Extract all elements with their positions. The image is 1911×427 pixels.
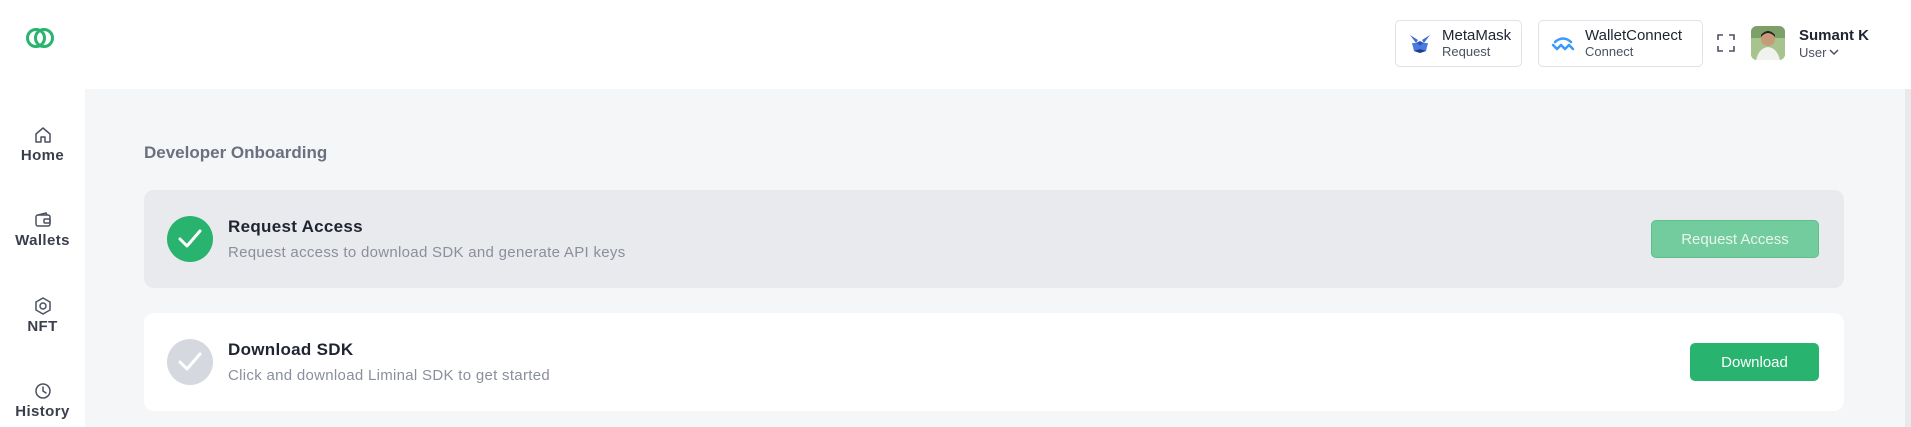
sidebar-item-history[interactable]: History — [0, 381, 85, 420]
chevron-down-icon — [1829, 49, 1839, 56]
walletconnect-subtitle: Connect — [1585, 44, 1634, 59]
metamask-subtitle: Request — [1442, 44, 1491, 59]
step-description: Request access to download SDK and gener… — [228, 244, 626, 261]
metamask-button[interactable]: MetaMask Request — [1395, 20, 1522, 67]
sidebar-item-wallets[interactable]: Wallets — [0, 210, 85, 249]
nft-icon — [33, 296, 53, 316]
onboarding-step-request-access: Request Access Request access to downloa… — [144, 190, 1844, 288]
request-access-button[interactable]: Request Access — [1651, 220, 1819, 258]
sidebar-item-label: Wallets — [15, 232, 70, 249]
home-icon — [33, 125, 53, 145]
sidebar: Home Wallets NFT History — [0, 89, 85, 427]
onboarding-step-download-sdk: Download SDK Click and download Liminal … — [144, 313, 1844, 411]
walletconnect-title: WalletConnect — [1585, 27, 1682, 44]
sidebar-item-home[interactable]: Home — [0, 125, 85, 164]
page-title: Developer Onboarding — [144, 143, 328, 162]
sidebar-item-nft[interactable]: NFT — [0, 296, 85, 335]
check-pending-icon — [167, 339, 213, 385]
user-name: Sumant K — [1799, 27, 1870, 44]
fullscreen-icon[interactable] — [1716, 33, 1736, 53]
user-role-dropdown[interactable]: User — [1799, 45, 1839, 60]
app-logo[interactable] — [24, 26, 56, 50]
metamask-title: MetaMask — [1442, 27, 1512, 44]
download-button[interactable]: Download — [1690, 343, 1819, 381]
scrollbar[interactable] — [1905, 89, 1911, 427]
avatar[interactable] — [1751, 26, 1785, 60]
step-title: Request Access — [228, 217, 363, 236]
wallet-icon — [33, 210, 53, 230]
sidebar-item-label: History — [15, 403, 70, 420]
walletconnect-button[interactable]: WalletConnect Connect — [1538, 20, 1703, 67]
metamask-fox-icon — [1406, 30, 1434, 58]
sidebar-item-label: NFT — [27, 318, 58, 335]
clock-icon — [33, 381, 53, 401]
step-title: Download SDK — [228, 340, 354, 359]
sidebar-item-label: Home — [20, 147, 65, 164]
user-role-label: User — [1799, 45, 1827, 60]
walletconnect-icon — [1549, 30, 1577, 58]
step-description: Click and download Liminal SDK to get st… — [228, 367, 550, 384]
check-complete-icon — [167, 216, 213, 262]
